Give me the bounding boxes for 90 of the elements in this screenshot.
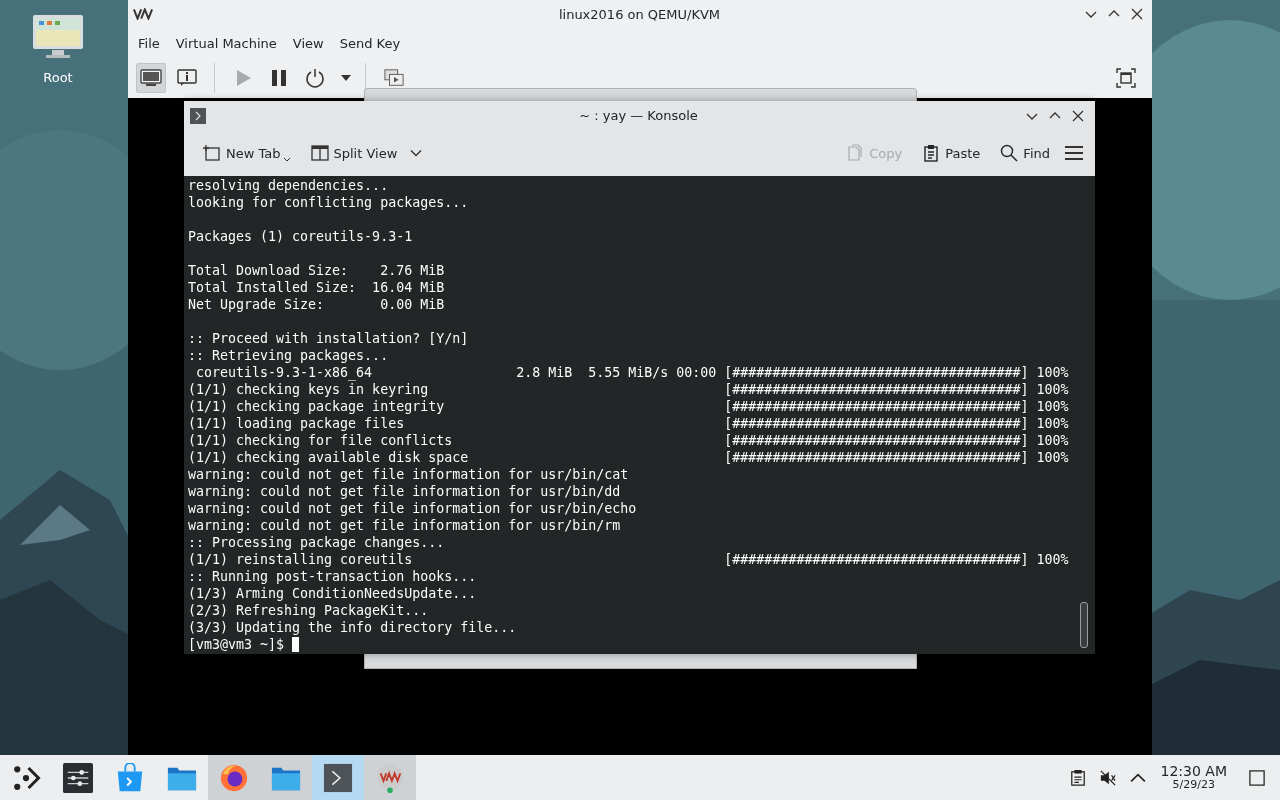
close-icon[interactable] — [1131, 8, 1143, 20]
menu-item[interactable]: View — [284, 35, 332, 51]
terminal-line: (1/1) checking available disk space — [188, 449, 470, 466]
progress-percent: 100% — [1036, 415, 1070, 432]
terminal-icon — [323, 762, 353, 793]
chevron-down-icon — [410, 149, 423, 157]
terminal-line: Total Download Size: 2.76 MiB — [188, 262, 445, 279]
find-button[interactable]: Find — [995, 140, 1055, 166]
new-tab-button[interactable]: New Tab — [198, 140, 296, 166]
close-icon[interactable] — [1072, 109, 1084, 122]
progress-bar-text: [####################################] — [724, 398, 1030, 415]
sliders-icon — [63, 762, 93, 793]
screens-icon[interactable] — [384, 68, 404, 88]
split-view-button[interactable]: Split View — [305, 140, 428, 166]
progress-bar-text: [####################################] — [724, 432, 1030, 449]
fullscreen-icon[interactable] — [1116, 68, 1136, 88]
progress-bar-text: [####################################] — [724, 449, 1030, 466]
monitor-icon[interactable] — [32, 14, 84, 60]
terminal-line: :: Proceed with installation? [Y/n] — [188, 330, 469, 347]
caret-icon — [282, 156, 291, 162]
progress-percent: 100% — [1036, 551, 1070, 568]
caret-icon[interactable] — [341, 75, 351, 81]
terminal-line: (1/1) checking for file conflicts — [188, 432, 454, 449]
terminal-line: Total Installed Size: 16.04 MiB — [188, 279, 445, 296]
terminal-icon — [190, 107, 206, 124]
text-cursor — [292, 637, 300, 652]
menu-item[interactable]: Virtual Machine — [167, 35, 285, 51]
terminal-line: warning: could not get file information for usr/bin/rm — [188, 517, 621, 534]
download-rate: 5.55 MiB/s — [588, 364, 670, 381]
console-button[interactable] — [136, 63, 166, 93]
taskbar-folder-button[interactable] — [260, 755, 312, 800]
menu-item[interactable]: File — [130, 35, 168, 51]
clock-time[interactable]: 12:30 AM — [1160, 763, 1227, 778]
browser-icon — [219, 762, 249, 793]
terminal-line: (1/1) reinstalling coreutils — [188, 551, 414, 568]
clock-date[interactable]: 5/29/23 — [1172, 777, 1215, 792]
info-icon — [176, 69, 198, 87]
menu-item[interactable]: Send Key — [331, 35, 409, 51]
progress-percent: 100% — [1036, 398, 1070, 415]
vm-icon — [375, 762, 405, 793]
terminal-line: (1/1) checking keys in keyring — [188, 381, 430, 398]
download-time: 00:00 — [676, 364, 718, 381]
copy-icon — [846, 144, 865, 162]
terminal-line: Packages (1) coreutils-9.3-1 — [188, 228, 413, 245]
split-view-icon — [310, 144, 329, 162]
progress-bar-text: [####################################] — [724, 381, 1030, 398]
terminal-line: resolving dependencies... — [188, 177, 389, 194]
terminal-line: coreutils-9.3-1-x86_64 — [195, 364, 374, 381]
terminal-line: (1/1) loading package files — [188, 415, 406, 432]
paste-button[interactable]: Paste — [917, 140, 986, 166]
power-icon[interactable] — [305, 68, 325, 88]
download-size: 2.8 MiB — [516, 364, 574, 381]
show-desktop-icon[interactable] — [1249, 769, 1265, 786]
progress-percent: 100% — [1036, 432, 1070, 449]
clipboard-icon[interactable] — [1069, 769, 1086, 786]
progress-percent: 100% — [1036, 449, 1070, 466]
terminal-line: warning: could not get file information for usr/bin/echo — [188, 500, 637, 517]
taskbar-terminal-button[interactable] — [312, 755, 364, 800]
progress-bar-text: [####################################] — [724, 551, 1030, 568]
monitor-icon — [140, 69, 162, 87]
terminal-line: warning: could not get file information for usr/bin/cat — [188, 466, 629, 483]
search-icon — [1000, 144, 1019, 162]
progress-percent: 100% — [1036, 381, 1070, 398]
progress-percent: 100% — [1036, 364, 1070, 381]
terminal-line: (1/1) checking package integrity — [188, 398, 446, 415]
terminal-line: looking for conflicting packages... — [188, 194, 469, 211]
logo-icon — [133, 8, 153, 20]
clipboard-icon — [922, 144, 941, 162]
terminal-line: (2/3) Refreshing PackageKit... — [188, 602, 429, 619]
terminal-line: Net Upgrade Size: 0.00 MiB — [188, 296, 445, 313]
icon-label[interactable]: Root — [43, 70, 73, 85]
shopping-bag-icon — [115, 762, 145, 793]
terminal-line: warning: could not get file information for usr/bin/dd — [188, 483, 621, 500]
window-title: linux2016 on QEMU/KVM — [558, 6, 721, 22]
pause-icon[interactable] — [269, 68, 289, 88]
muted-speaker-icon[interactable] — [1099, 769, 1116, 786]
progress-bar-text: [####################################] — [724, 415, 1030, 432]
shell-prompt: [vm3@vm3 ~]$ — [188, 636, 285, 653]
scrollbar-handle[interactable] — [1080, 602, 1088, 648]
taskbar-browser-button[interactable] — [208, 755, 260, 800]
terminal-line: (3/3) Updating the info directory file... — [188, 619, 517, 636]
progress-bar-text: [####################################] — [724, 364, 1030, 381]
new-tab-icon — [203, 144, 221, 162]
terminal-line: :: Processing package changes... — [188, 534, 445, 551]
window-title: ~ : yay — Konsole — [579, 108, 698, 123]
terminal-line: :: Retrieving packages... — [188, 347, 389, 364]
menu-icon[interactable] — [1065, 146, 1083, 160]
terminal-line: (1/3) Arming ConditionNeedsUpdate... — [188, 585, 477, 602]
taskbar-vm-button[interactable] — [364, 755, 416, 800]
terminal-line: :: Running post-transaction hooks... — [188, 568, 477, 585]
